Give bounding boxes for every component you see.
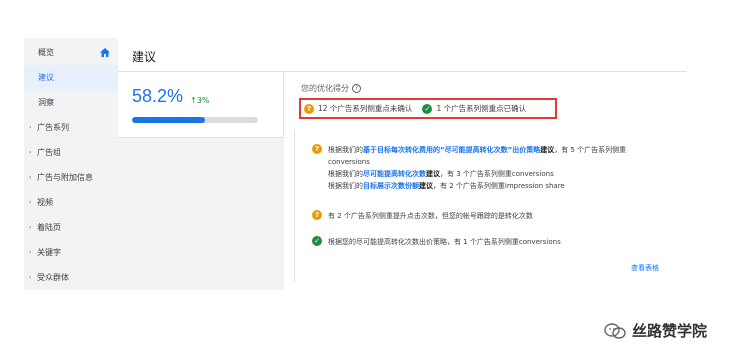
chevron-right-icon: › [29, 199, 32, 206]
sidebar-item-label: 概览 [38, 48, 54, 57]
sidebar-item-label: 受众群体 [37, 273, 69, 282]
sidebar: 概览建议洞察 › 广告系列 › 广告组 › 广告与附加信息 › 视频 › 着陆页 › 关键字 › 受众群体 [24, 38, 118, 290]
page-header: 建议 [118, 38, 687, 72]
recommendation-bidding: ? 根据我们的基于目标每次转化费用的“尽可能提高转化次数”出价策略建议，有 5 … [312, 144, 668, 192]
chevron-right-icon: › [29, 124, 32, 131]
sidebar-item[interactable]: › 广告系列 [24, 115, 118, 140]
recommendation-conversions: ✓ 根据您的尽可能提高转化次数出价策略，有 1 个广告系列侧重conversio… [312, 236, 668, 248]
wechat-icon [604, 322, 626, 339]
status-unconfirmed[interactable]: ? 12 个广告系列侧重点未确认 [304, 103, 412, 114]
score-progress-bar [132, 117, 258, 123]
sidebar-item[interactable]: 概览 [24, 40, 118, 65]
check-icon: ✓ [422, 103, 433, 114]
status-confirmed[interactable]: ✓ 1 个广告系列侧重点已确认 [422, 103, 526, 114]
check-icon: ✓ [312, 236, 322, 246]
home-icon[interactable] [100, 48, 110, 57]
recommendations-column: 您的优化得分 ? ? 12 个广告系列侧重点未确认 ✓ 1 个广告系列侧重点已确… [284, 72, 687, 290]
chevron-right-icon: › [29, 274, 32, 281]
chevron-right-icon: › [29, 249, 32, 256]
sidebar-item[interactable]: › 着陆页 [24, 215, 118, 240]
score-delta: ↑3% [190, 96, 210, 105]
app-window: 概览 建议 洞察 › 广告系列 › 广告组 › 广告与附加信息 › 视频 › 着陆页 › 关键字 › 受众群体 … [24, 38, 687, 290]
sidebar-item[interactable]: › 受众群体 [24, 265, 118, 290]
sidebar-item[interactable]: › 视频 [24, 190, 118, 215]
sidebar-item-label: 广告组 [37, 148, 61, 157]
chevron-right-icon: › [29, 224, 32, 231]
sidebar-item-label: 视频 [37, 198, 53, 207]
sidebar-item-label: 广告系列 [37, 123, 69, 132]
impression-share-link[interactable]: 目标展示次数份额 [363, 182, 419, 190]
optimization-score: 58.2% [132, 86, 184, 106]
warning-icon: ? [304, 103, 314, 114]
score-card: 58.2% ↑3% [118, 72, 284, 138]
recommendation-card: ? 根据我们的基于目标每次转化费用的“尽可能提高转化次数”出价策略建议，有 5 … [294, 130, 687, 282]
sidebar-item[interactable]: › 广告与附加信息 [24, 165, 118, 190]
chevron-right-icon: › [29, 149, 32, 156]
score-column: 58.2% ↑3% [118, 72, 284, 290]
watermark: 丝路赞学院 [604, 320, 707, 341]
warning-icon: ? [312, 210, 322, 220]
bid-strategy-link[interactable]: 基于目标每次转化费用的“尽可能提高转化次数”出价策略 [363, 146, 540, 154]
chevron-right-icon: › [29, 174, 32, 181]
sidebar-item[interactable]: 建议 [24, 65, 118, 90]
maximize-conversions-link[interactable]: 尽可能提高转化次数 [363, 170, 426, 178]
sidebar-item-label: 洞察 [38, 98, 54, 107]
sidebar-item[interactable]: 洞察 [24, 90, 118, 115]
sidebar-item-label: 关键字 [37, 248, 61, 257]
sidebar-item[interactable]: › 广告组 [24, 140, 118, 165]
main-panel: 建议 58.2% ↑3% 您的优化得分 ? ? 12 个广告系列侧重点未确认 ✓… [118, 38, 687, 290]
sidebar-item-label: 着陆页 [37, 223, 61, 232]
sidebar-item[interactable]: › 关键字 [24, 240, 118, 265]
score-progress-fill [132, 117, 206, 123]
sidebar-item-label: 广告与附加信息 [37, 173, 93, 182]
page-title: 建议 [132, 50, 157, 64]
campaign-focus-status: ? 12 个广告系列侧重点未确认 ✓ 1 个广告系列侧重点已确认 [299, 98, 557, 119]
view-table-link[interactable]: 查看表格 [631, 263, 659, 273]
recommendation-clicks: ? 有 2 个广告系列侧重提升点击次数，但您的帐号跟踪的是转化次数 [312, 210, 668, 222]
help-icon[interactable]: ? [352, 84, 361, 93]
arrow-up-icon: ↑ [190, 96, 197, 105]
sidebar-item-label: 建议 [38, 73, 54, 82]
optimization-score-label: 您的优化得分 ? [301, 83, 361, 94]
warning-icon: ? [312, 144, 322, 154]
